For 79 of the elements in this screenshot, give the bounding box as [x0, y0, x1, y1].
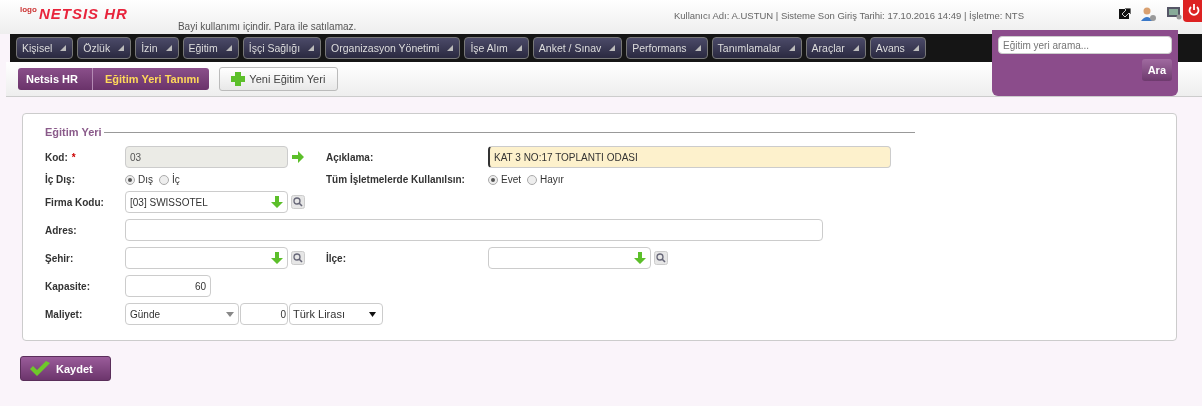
menu-item[interactable]: Avans [869, 37, 926, 59]
radio-button[interactable] [125, 174, 135, 185]
field-label: Maliyet: [45, 308, 83, 320]
field-label: Kod: [45, 151, 68, 163]
field-label: Şehir: [45, 252, 74, 264]
check-icon [29, 360, 51, 377]
menu-item[interactable]: Anket / Sınav [532, 37, 623, 59]
radio-button[interactable] [527, 174, 537, 185]
radio-label: Evet [501, 174, 521, 185]
arrow-right-icon[interactable] [291, 151, 305, 163]
field-label: Açıklama: [326, 151, 374, 163]
field-label: Adres: [45, 224, 77, 236]
field-label: Tüm İşletmelerde Kullanılsın: [326, 174, 465, 185]
caret-icon [851, 44, 860, 52]
save-button[interactable]: Kaydet [20, 356, 111, 381]
required-mark: * [71, 151, 76, 163]
radio-button[interactable] [159, 174, 169, 185]
address-field[interactable] [125, 219, 823, 241]
search-icon[interactable] [291, 195, 305, 209]
plus-icon [230, 71, 247, 87]
search-button[interactable]: Ara [1141, 59, 1172, 81]
menu-item[interactable]: Eğitim [182, 37, 239, 59]
radio-button[interactable] [488, 174, 498, 185]
radio-label: Dış [138, 174, 153, 185]
caret-icon [608, 44, 617, 52]
dropdown-arrow-icon [226, 311, 234, 317]
caret-icon [307, 44, 316, 52]
menu-item[interactable]: Organizasyon Yönetimi [325, 37, 461, 59]
monitor-icon[interactable] [1166, 6, 1182, 20]
search-icon[interactable] [654, 251, 668, 265]
description-field[interactable]: KAT 3 NO:17 TOPLANTI ODASI [488, 146, 891, 168]
field-label: Firma Kodu: [45, 196, 104, 208]
caret-icon [693, 44, 702, 52]
caret-icon [224, 44, 233, 52]
new-training-place-button[interactable]: Yeni Eğitim Yeri [219, 67, 339, 91]
field-label: İlçe: [326, 252, 346, 264]
user-info-text: Kullanıcı Adı: A.USTUN | Sisteme Son Giriş Tarihi: 17.10.2016 14:49 | İşletme: NTS [673, 10, 1024, 21]
currency-dropdown[interactable]: Türk Lirası [289, 303, 383, 325]
radio-label: Hayır [540, 174, 564, 185]
menu-item[interactable]: Performans [626, 37, 708, 59]
lookup-field[interactable] [125, 247, 288, 269]
field-label: İç Dış: [45, 174, 75, 185]
external-link-icon[interactable] [1118, 6, 1132, 20]
capacity-field[interactable]: 60 [125, 275, 211, 297]
menu-item[interactable]: Araçlar [805, 37, 866, 59]
menu-item[interactable]: Tanımlamalar [711, 37, 802, 59]
caret-icon [164, 44, 173, 52]
period-dropdown[interactable]: Günde [125, 303, 239, 325]
lookup-field[interactable] [488, 247, 651, 269]
breadcrumb-link[interactable]: Netsis HR [18, 68, 93, 90]
arrow-down-icon[interactable] [634, 251, 646, 265]
menu-item[interactable]: İzin [135, 37, 179, 59]
radio-label: İç [172, 174, 180, 185]
logo-text: NETSIS HR [38, 5, 128, 22]
lookup-field[interactable]: [03] SWISSOTEL [125, 191, 288, 213]
power-icon [1188, 4, 1200, 16]
arrow-down-icon[interactable] [271, 195, 283, 209]
menu-item[interactable]: Özlük [77, 37, 132, 59]
caret-icon [911, 44, 920, 52]
power-button[interactable] [1183, 0, 1202, 22]
breadcrumb-current: Eğitim Yeri Tanımı [103, 73, 201, 85]
menu-item[interactable]: İşçi Sağlığı [242, 37, 322, 59]
menu-item[interactable]: İşe Alım [464, 37, 529, 59]
caret-icon [514, 44, 523, 52]
caret-icon [59, 44, 68, 52]
amount-field[interactable]: 0 [240, 303, 288, 325]
dropdown-arrow-icon [369, 311, 376, 317]
user-settings-icon[interactable] [1141, 6, 1157, 22]
menu-item[interactable]: Kişisel [16, 37, 74, 59]
arrow-down-icon[interactable] [271, 251, 283, 265]
search-icon[interactable] [291, 251, 305, 265]
search-field[interactable]: Eğitim yeri arama... [998, 36, 1172, 54]
caret-icon [446, 44, 455, 52]
caret-icon [117, 44, 126, 52]
section-title: Eğitim Yeri [45, 126, 102, 138]
field-label: Kapasite: [45, 280, 90, 292]
notice-text: Bayi kullanımı içindir. Para ile satılamaz. [177, 21, 357, 32]
caret-icon [787, 44, 796, 52]
logo-small-text: logo [20, 5, 37, 14]
